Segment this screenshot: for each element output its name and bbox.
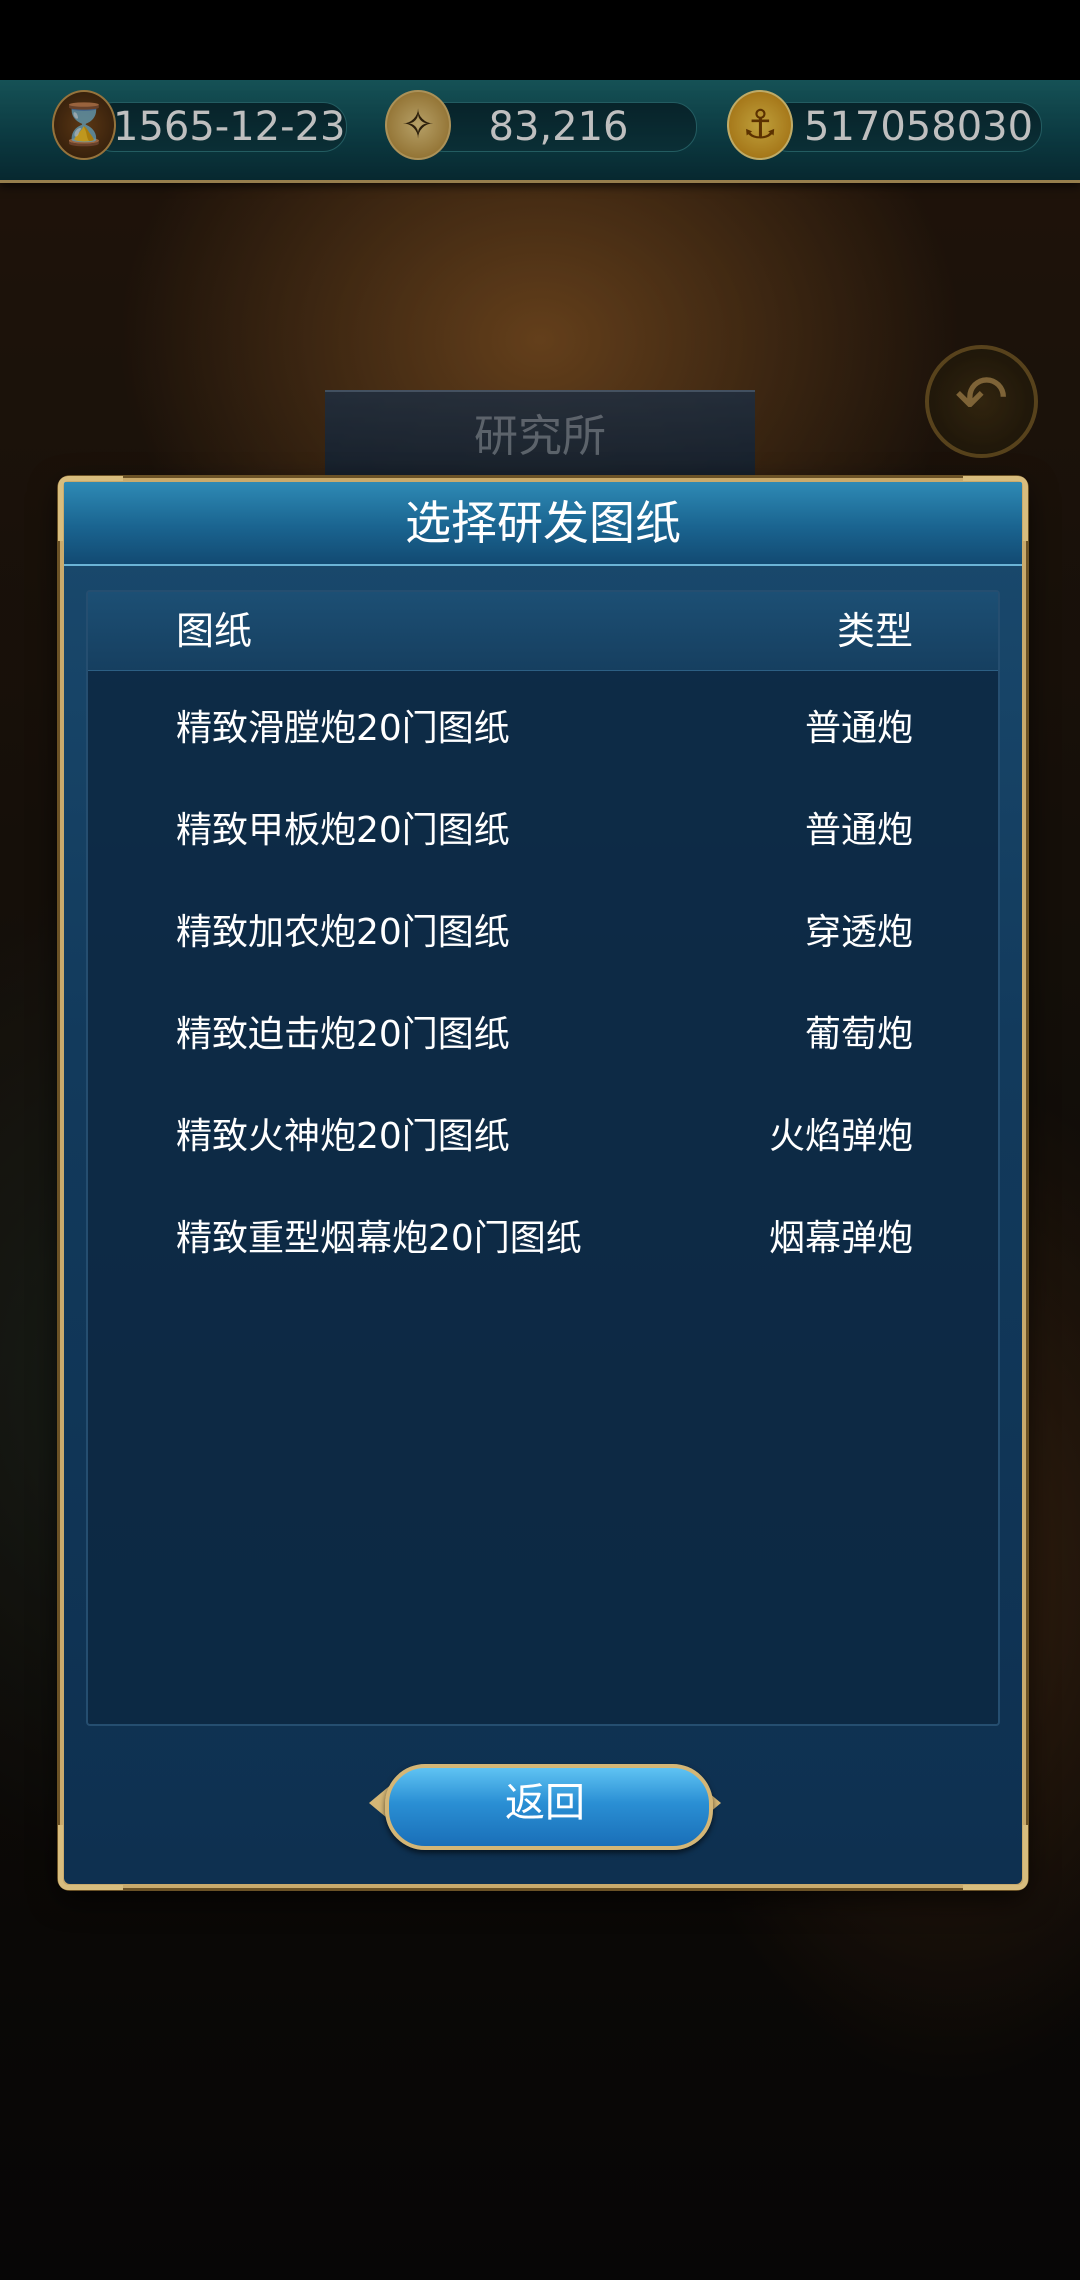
list-item[interactable]: 精致滑膛炮20门图纸 普通炮 [88, 678, 998, 780]
header-blueprint: 图纸 [176, 609, 253, 653]
blueprint-type: 穿透炮 [804, 912, 913, 953]
corner-ornament [58, 476, 123, 541]
list-item[interactable]: 精致重型烟幕炮20门图纸 烟幕弹炮 [88, 1188, 998, 1290]
return-button[interactable]: 返回 [369, 1758, 721, 1850]
list-item[interactable]: 精致加农炮20门图纸 穿透炮 [88, 882, 998, 984]
blueprint-type: 葡萄炮 [804, 1014, 913, 1055]
list-item[interactable]: 精致迫击炮20门图纸 葡萄炮 [88, 984, 998, 1086]
blueprint-type: 普通炮 [804, 810, 913, 851]
return-button-label: 返回 [505, 1780, 585, 1826]
blueprint-list: 图纸 类型 精致滑膛炮20门图纸 普通炮 精致甲板炮20门图纸 普通炮 精致加农… [86, 590, 1000, 1726]
corner-ornament [963, 1825, 1028, 1890]
blueprint-type: 火焰弹炮 [768, 1116, 913, 1157]
list-item[interactable]: 精致火神炮20门图纸 火焰弹炮 [88, 1086, 998, 1188]
corner-ornament [58, 1825, 123, 1890]
blueprint-name: 精致迫击炮20门图纸 [176, 1014, 510, 1055]
corner-ornament [963, 476, 1028, 541]
dialog-title: 选择研发图纸 [405, 496, 681, 550]
blueprint-name: 精致滑膛炮20门图纸 [176, 708, 510, 749]
select-blueprint-dialog: 选择研发图纸 图纸 类型 精致滑膛炮20门图纸 普通炮 精致甲板炮20门图纸 普… [58, 476, 1028, 1890]
header-type: 类型 [836, 609, 913, 653]
blueprint-name: 精致火神炮20门图纸 [176, 1116, 510, 1157]
list-header: 图纸 类型 [88, 592, 998, 671]
dialog-header: 选择研发图纸 [64, 482, 1022, 566]
blueprint-name: 精致重型烟幕炮20门图纸 [176, 1218, 582, 1259]
blueprint-type: 烟幕弹炮 [768, 1218, 913, 1259]
blueprint-type: 普通炮 [804, 708, 913, 749]
blueprint-name: 精致加农炮20门图纸 [176, 912, 510, 953]
blueprint-name: 精致甲板炮20门图纸 [176, 810, 510, 851]
list-item[interactable]: 精致甲板炮20门图纸 普通炮 [88, 780, 998, 882]
